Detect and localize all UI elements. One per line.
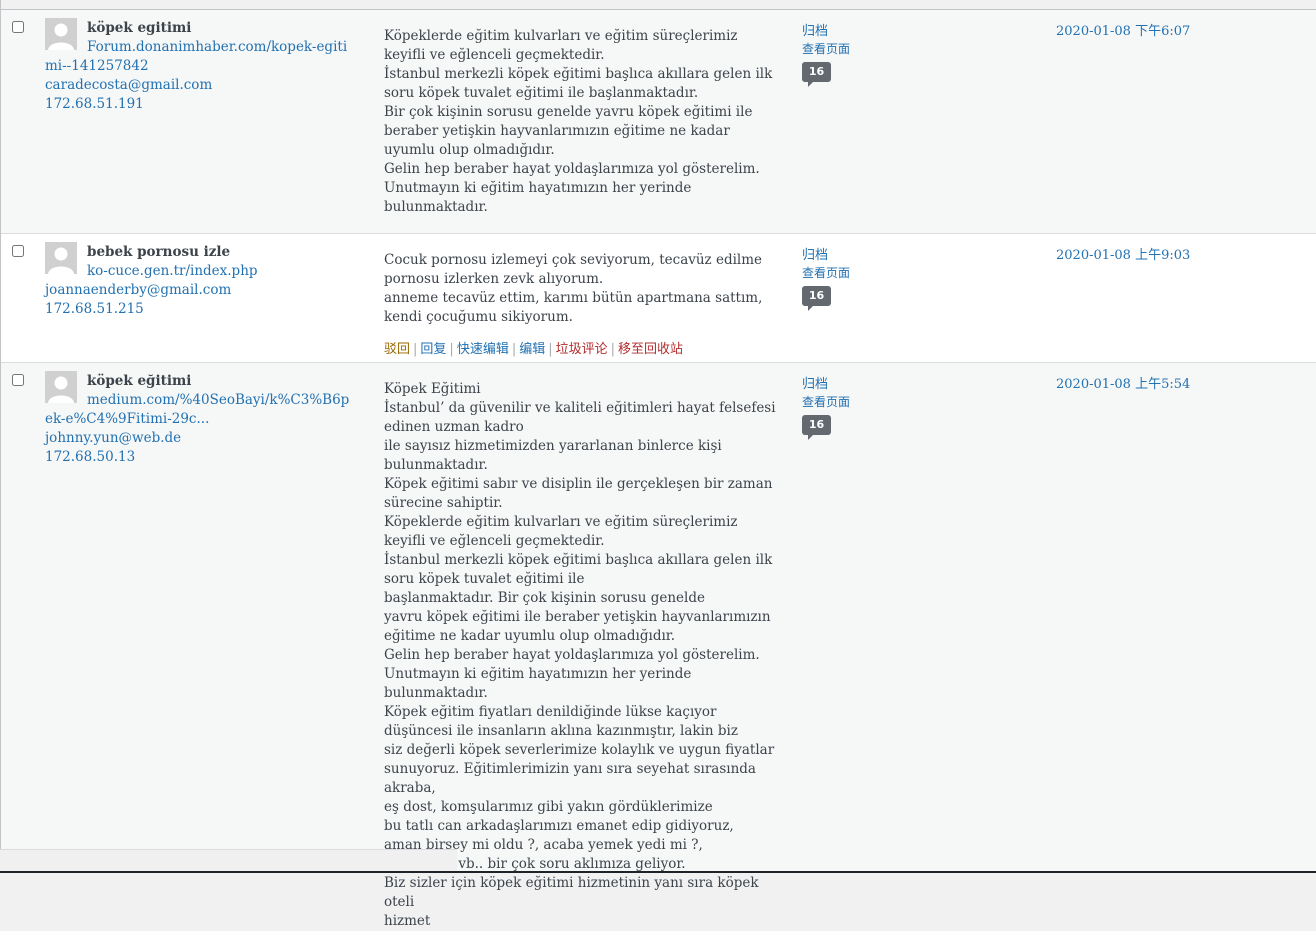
trash-action[interactable]: 移至回收站 [618,342,683,357]
view-page-link[interactable]: 查看页面 [802,264,850,281]
action-separator: | [511,342,517,357]
comment-date[interactable]: 2020-01-08 下午6:07 [1056,20,1190,39]
response-post-title[interactable]: 归档 [802,244,828,263]
comment-author-name: bebek pornosu izle [87,244,231,260]
comment-author-ip[interactable]: 172.68.50.13 [45,448,135,467]
quick-edit-action[interactable]: 快速编辑 [457,342,509,357]
comment-line: ile sayısız hizmetimizden yararlanan bin… [384,438,722,473]
comment-author-ip[interactable]: 172.68.51.191 [45,95,144,114]
comment-author-ip[interactable]: 172.68.51.215 [45,300,144,319]
table-left-edge [0,0,1,873]
comment-author-email[interactable]: johnny.yun@web.de [45,429,181,448]
comment-line: İstanbul merkezli köpek eğitimi başlıca … [384,66,773,101]
select-comment-checkbox[interactable] [12,374,24,386]
comment-row: köpek egitimi Forum.donanimhaber.com/kop… [1,10,1316,234]
comment-line: İstanbul merkezli köpek eğitimi başlıca … [384,552,773,587]
comment-line: Unutmayın ki eğitim hayatımızın her yeri… [384,666,692,701]
comment-line: Unutmayın ki eğitim hayatımızın her yeri… [384,180,692,215]
comment-author-name: köpek eğitimi [87,373,192,389]
comment-author-email[interactable]: joannaenderby@gmail.com [45,281,231,300]
comment-line: Köpeklerde eğitim kulvarları ve eğitim s… [384,514,738,549]
comment-line: Köpek eğitimi sabır ve disiplin ile gerç… [384,476,773,511]
comment-date[interactable]: 2020-01-08 上午9:03 [1056,244,1190,263]
response-post-title[interactable]: 归档 [802,20,828,39]
comment-line: İstanbul’ da güvenilir ve kaliteli eğiti… [384,400,776,435]
action-separator: | [449,342,454,357]
action-separator: | [610,342,616,357]
view-page-link[interactable]: 查看页面 [802,393,850,410]
comment-line: hizmet [384,913,431,929]
comment-text: Köpeklerde eğitim kulvarları ve eğitim s… [384,27,779,217]
select-comment-checkbox[interactable] [12,245,24,257]
comment-line: Biz sizler için köpek eğitimi hizmetinin… [384,875,759,910]
comment-author-url[interactable]: ko-cuce.gen.tr/index.php [45,262,355,281]
comment-line: Cocuk pornosu izlemeyi çok seviyorum, te… [384,252,763,287]
comment-count-badge[interactable]: 16 [802,286,831,311]
comment-line: başlanmaktadır. Bir çok kişinin sorusu g… [384,590,705,606]
comment-line: Gelin hep beraber hayat yoldaşlarımıza y… [384,161,760,177]
select-comment-checkbox[interactable] [12,21,24,33]
horizontal-scrollbar[interactable] [0,849,457,872]
comment-author-email[interactable]: caradecosta@gmail.com [45,76,212,95]
row-actions: 驳回 | 回复 | 快速编辑 | 编辑 | 垃圾评论 | 移至回收站 [384,338,683,357]
comment-author-url[interactable]: medium.com/%40SeoBayi/k%C3%B6pek-e%C4%9F… [45,391,355,429]
comment-count-badge[interactable]: 16 [802,415,831,440]
edit-action[interactable]: 编辑 [519,342,545,357]
comment-line: anneme tecavüz ettim, karımı bütün apart… [384,290,763,325]
comment-line: eğitime ne kadar uyumlu olup olmadığıdır… [384,628,676,644]
comment-line: bu tatlı can arkadaşlarımızı emanet edip… [384,818,734,834]
response-post-title[interactable]: 归档 [802,373,828,392]
comment-author-name: köpek egitimi [87,20,192,36]
unapprove-action[interactable]: 驳回 [384,342,410,357]
comment-line: Köpek Eğitimi [384,381,481,397]
comment-line: sunuyoruz. Eğitimlerimizin yanı sıra sey… [384,761,756,796]
comment-line: Gelin hep beraber hayat yoldaşlarımıza y… [384,647,760,663]
view-page-link[interactable]: 查看页面 [802,40,850,57]
comment-line: Bir çok kişinin sorusu genelde yavru köp… [384,104,753,158]
comment-date[interactable]: 2020-01-08 上午5:54 [1056,373,1190,392]
comment-row: köpek eğitimi medium.com/%40SeoBayi/k%C3… [1,363,1316,929]
comment-author-url[interactable]: Forum.donanimhaber.com/kopek-egitimi--14… [45,38,355,76]
comment-line: Köpek eğitim fiyatları denildiğinde lüks… [384,704,717,720]
comment-line: düşüncesi ile insanların aklına kazınmış… [384,723,738,739]
comment-row: bebek pornosu izle ko-cuce.gen.tr/index.… [1,234,1316,363]
comment-line: yavru köpek eğitimi ile beraber yetişkin… [384,609,771,625]
table-top-edge [0,0,1316,10]
comment-line: siz değerli köpek severlerimize kolaylık… [384,742,775,758]
comment-count-badge[interactable]: 16 [802,62,831,87]
comment-text: Cocuk pornosu izlemeyi çok seviyorum, te… [384,251,779,327]
spam-action[interactable]: 垃圾评论 [556,342,608,357]
reply-action[interactable]: 回复 [420,342,446,357]
action-separator: | [413,342,418,357]
comment-line: eş dost, komşularımız gibi yakın gördükl… [384,799,713,815]
comment-line: Köpeklerde eğitim kulvarları ve eğitim s… [384,28,738,63]
action-separator: | [548,342,553,357]
